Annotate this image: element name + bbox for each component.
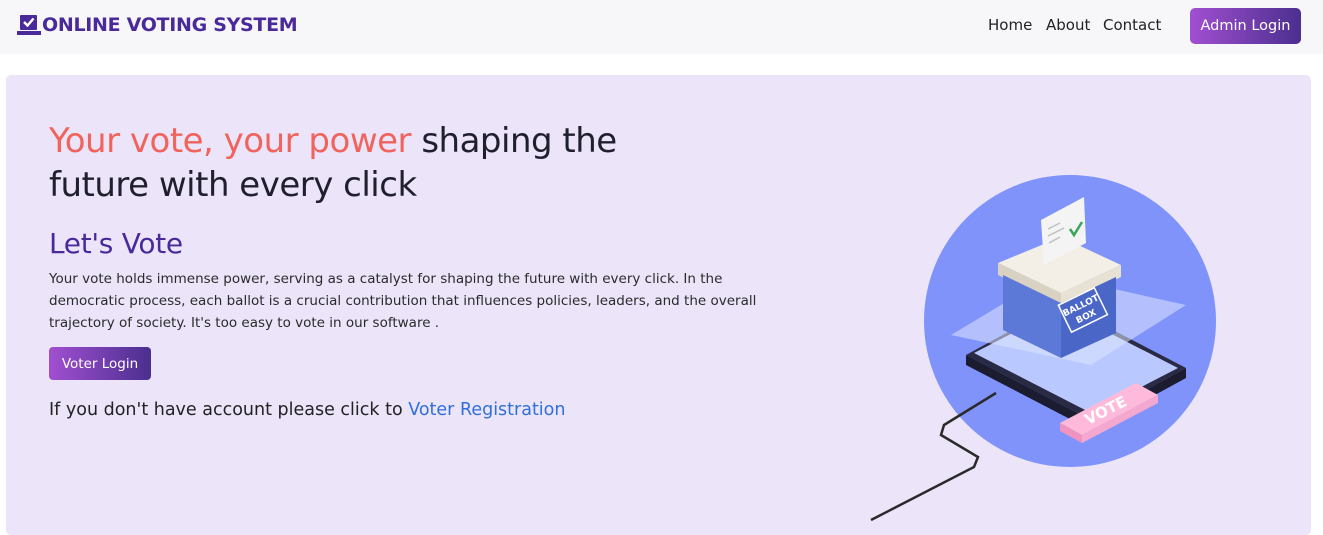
brand[interactable]: ONLINE VOTING SYSTEM (17, 14, 298, 36)
vote-checkbox-icon (17, 15, 41, 35)
hero-description: Your vote holds immense power, serving a… (49, 271, 757, 331)
headline-highlight: Your vote, your power (49, 121, 412, 161)
registration-prompt-text: If you don't have account please click t… (49, 400, 409, 420)
lets-vote-heading: Let's Vote (49, 227, 183, 260)
voter-registration-link[interactable]: Voter Registration (408, 400, 565, 420)
nav-about-link[interactable]: About (1046, 16, 1090, 34)
registration-prompt: If you don't have account please click t… (49, 400, 565, 420)
nav-home-link[interactable]: Home (988, 16, 1032, 34)
navbar: ONLINE VOTING SYSTEM Home About Contact … (0, 0, 1323, 54)
admin-login-button[interactable]: Admin Login (1190, 8, 1301, 44)
voter-login-button[interactable]: Voter Login (49, 347, 151, 380)
ballot-box-illustration: BALLOT BOX VOTE (870, 175, 1216, 522)
brand-title: ONLINE VOTING SYSTEM (42, 14, 298, 36)
nav-contact-link[interactable]: Contact (1103, 16, 1161, 34)
hero-section: Your vote, your power shaping the future… (6, 75, 1311, 535)
hero-headline: Your vote, your power shaping the future… (49, 119, 689, 207)
